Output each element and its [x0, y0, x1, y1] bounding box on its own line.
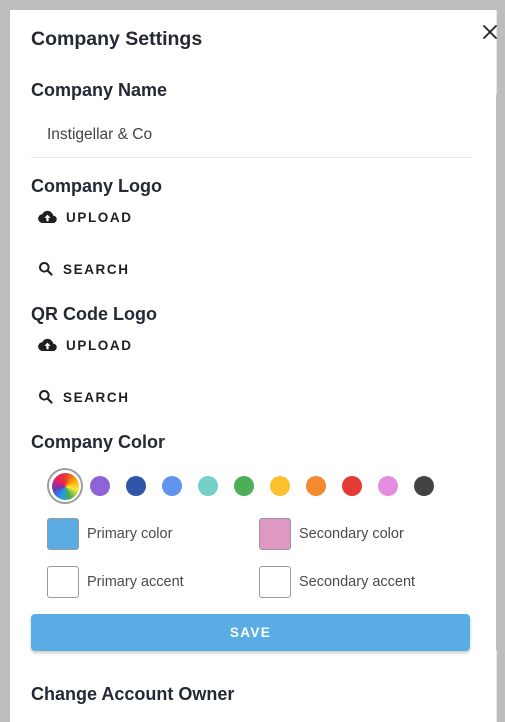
primary-color-row: Primary color [47, 518, 172, 550]
search-label: SEARCH [63, 389, 130, 405]
color-swatch-blue[interactable] [162, 476, 182, 496]
change-account-owner-label: Change Account Owner [31, 684, 235, 704]
color-swatch-red[interactable] [342, 476, 362, 496]
company-logo-label: Company Logo [31, 176, 162, 196]
color-palette [47, 468, 450, 504]
cloud-upload-icon [38, 210, 57, 224]
upload-label: UPLOAD [66, 209, 133, 225]
custom-color-picker[interactable] [47, 468, 83, 504]
company-logo-search-button[interactable]: SEARCH [38, 255, 130, 283]
search-icon [39, 390, 53, 404]
secondary-color-box[interactable] [259, 518, 291, 550]
company-name-input[interactable] [31, 112, 471, 158]
color-swatch-pink[interactable] [378, 476, 398, 496]
color-swatch-yellow[interactable] [270, 476, 290, 496]
color-wheel-icon [51, 472, 79, 500]
dialog-title: Company Settings [31, 28, 203, 50]
company-color-label: Company Color [31, 432, 166, 452]
company-name-label: Company Name [31, 80, 168, 100]
search-icon [39, 262, 53, 276]
primary-accent-row: Primary accent [47, 566, 184, 598]
secondary-color-row: Secondary color [259, 518, 404, 550]
primary-accent-box[interactable] [47, 566, 79, 598]
qr-code-logo-label: QR Code Logo [31, 304, 157, 324]
color-swatch-dark-blue[interactable] [126, 476, 146, 496]
primary-accent-label: Primary accent [87, 574, 184, 590]
qr-logo-upload-button[interactable]: UPLOAD [38, 331, 133, 359]
color-swatch-green[interactable] [234, 476, 254, 496]
company-logo-upload-button[interactable]: UPLOAD [38, 203, 133, 231]
search-label: SEARCH [63, 261, 130, 277]
close-button[interactable] [480, 22, 500, 42]
secondary-accent-label: Secondary accent [299, 574, 416, 590]
cloud-upload-icon [38, 338, 57, 352]
color-swatch-purple[interactable] [90, 476, 110, 496]
upload-label: UPLOAD [66, 337, 133, 353]
primary-color-box[interactable] [47, 518, 79, 550]
primary-color-label: Primary color [87, 526, 173, 542]
color-swatch-orange[interactable] [306, 476, 326, 496]
close-icon [483, 25, 497, 39]
color-swatch-teal[interactable] [198, 476, 218, 496]
save-button[interactable]: SAVE [31, 614, 470, 651]
secondary-accent-box[interactable] [259, 566, 291, 598]
color-swatch-dark-gray[interactable] [414, 476, 434, 496]
secondary-accent-row: Secondary accent [259, 566, 415, 598]
secondary-color-label: Secondary color [299, 526, 404, 542]
qr-logo-search-button[interactable]: SEARCH [38, 383, 130, 411]
